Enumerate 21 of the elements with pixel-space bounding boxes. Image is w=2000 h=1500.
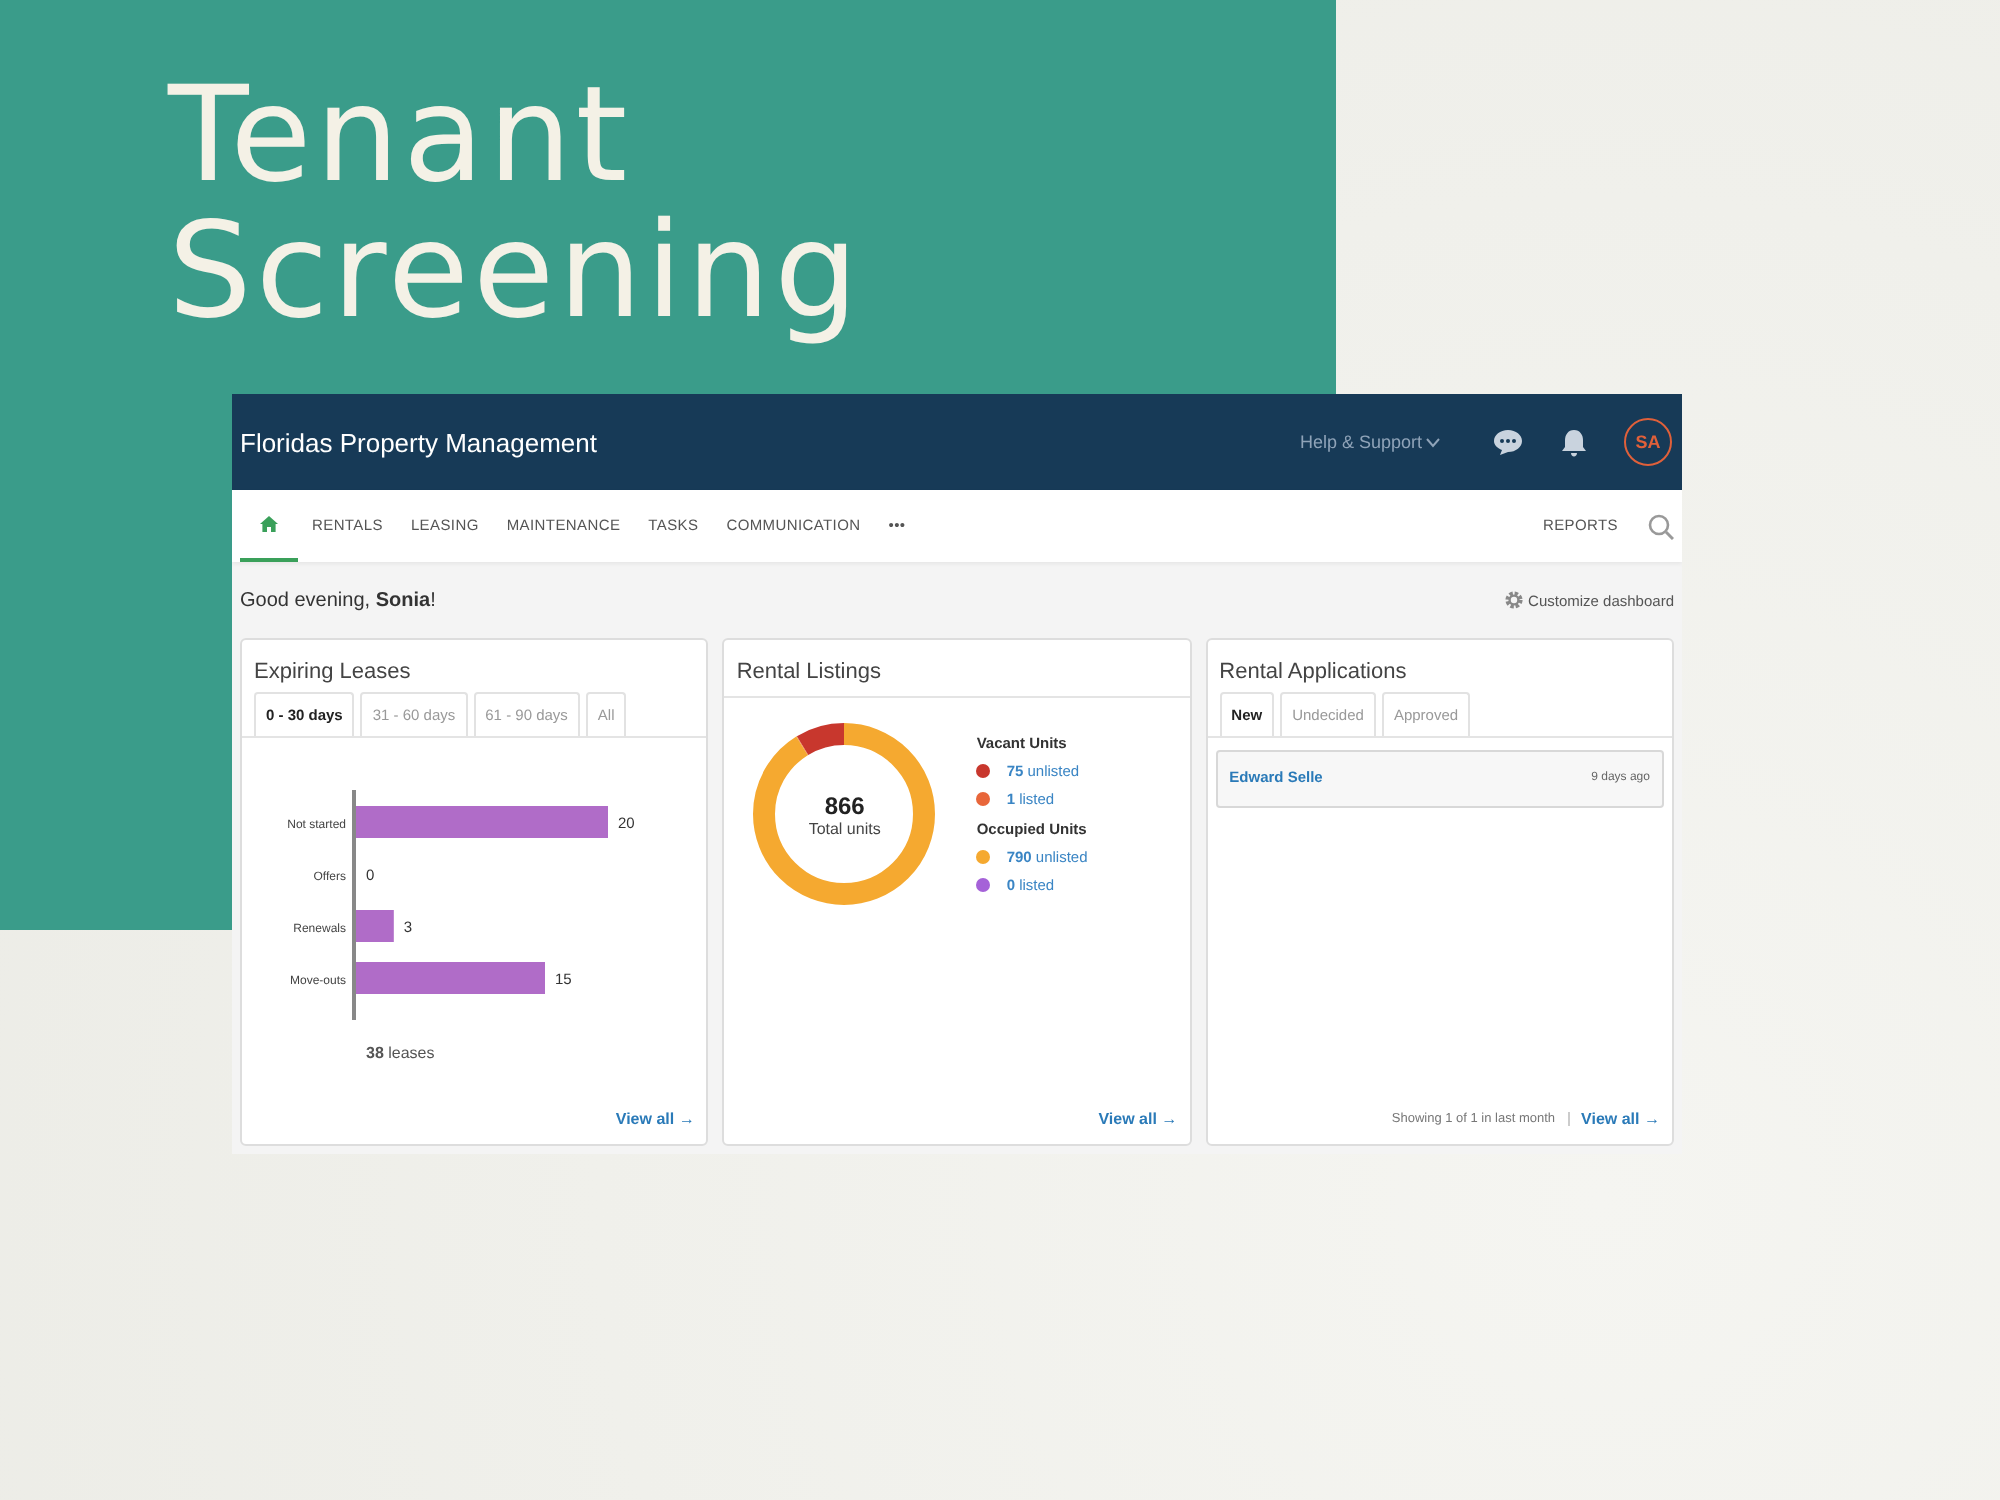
view-all-link[interactable]: View all → [1098, 1110, 1178, 1128]
bar [356, 910, 394, 942]
caret-icon [1426, 437, 1440, 447]
view-all-link[interactable]: View all → [615, 1110, 695, 1128]
greeting-text: Good evening, Sonia! [240, 589, 436, 611]
gear-icon [1504, 590, 1525, 610]
chat-icon [1492, 428, 1524, 456]
view-all-link[interactable]: View all → [1581, 1110, 1660, 1128]
card-title: Rental Listings [734, 658, 883, 688]
help-link[interactable]: Help & Support [1299, 432, 1440, 452]
avatar[interactable]: SA [1624, 418, 1672, 466]
total-label: Total units [808, 819, 881, 837]
total-count: 866 [824, 791, 865, 819]
headline: Tenant Screening [165, 56, 864, 340]
bell-icon [1560, 427, 1588, 457]
home-icon [260, 516, 278, 532]
card-title: Expiring Leases [252, 658, 413, 688]
lease-total: 38 leases [364, 1042, 437, 1062]
app-title: Floridas Property Management [240, 427, 599, 457]
search-icon [1648, 513, 1674, 539]
card-title: Rental Applications [1217, 658, 1409, 688]
